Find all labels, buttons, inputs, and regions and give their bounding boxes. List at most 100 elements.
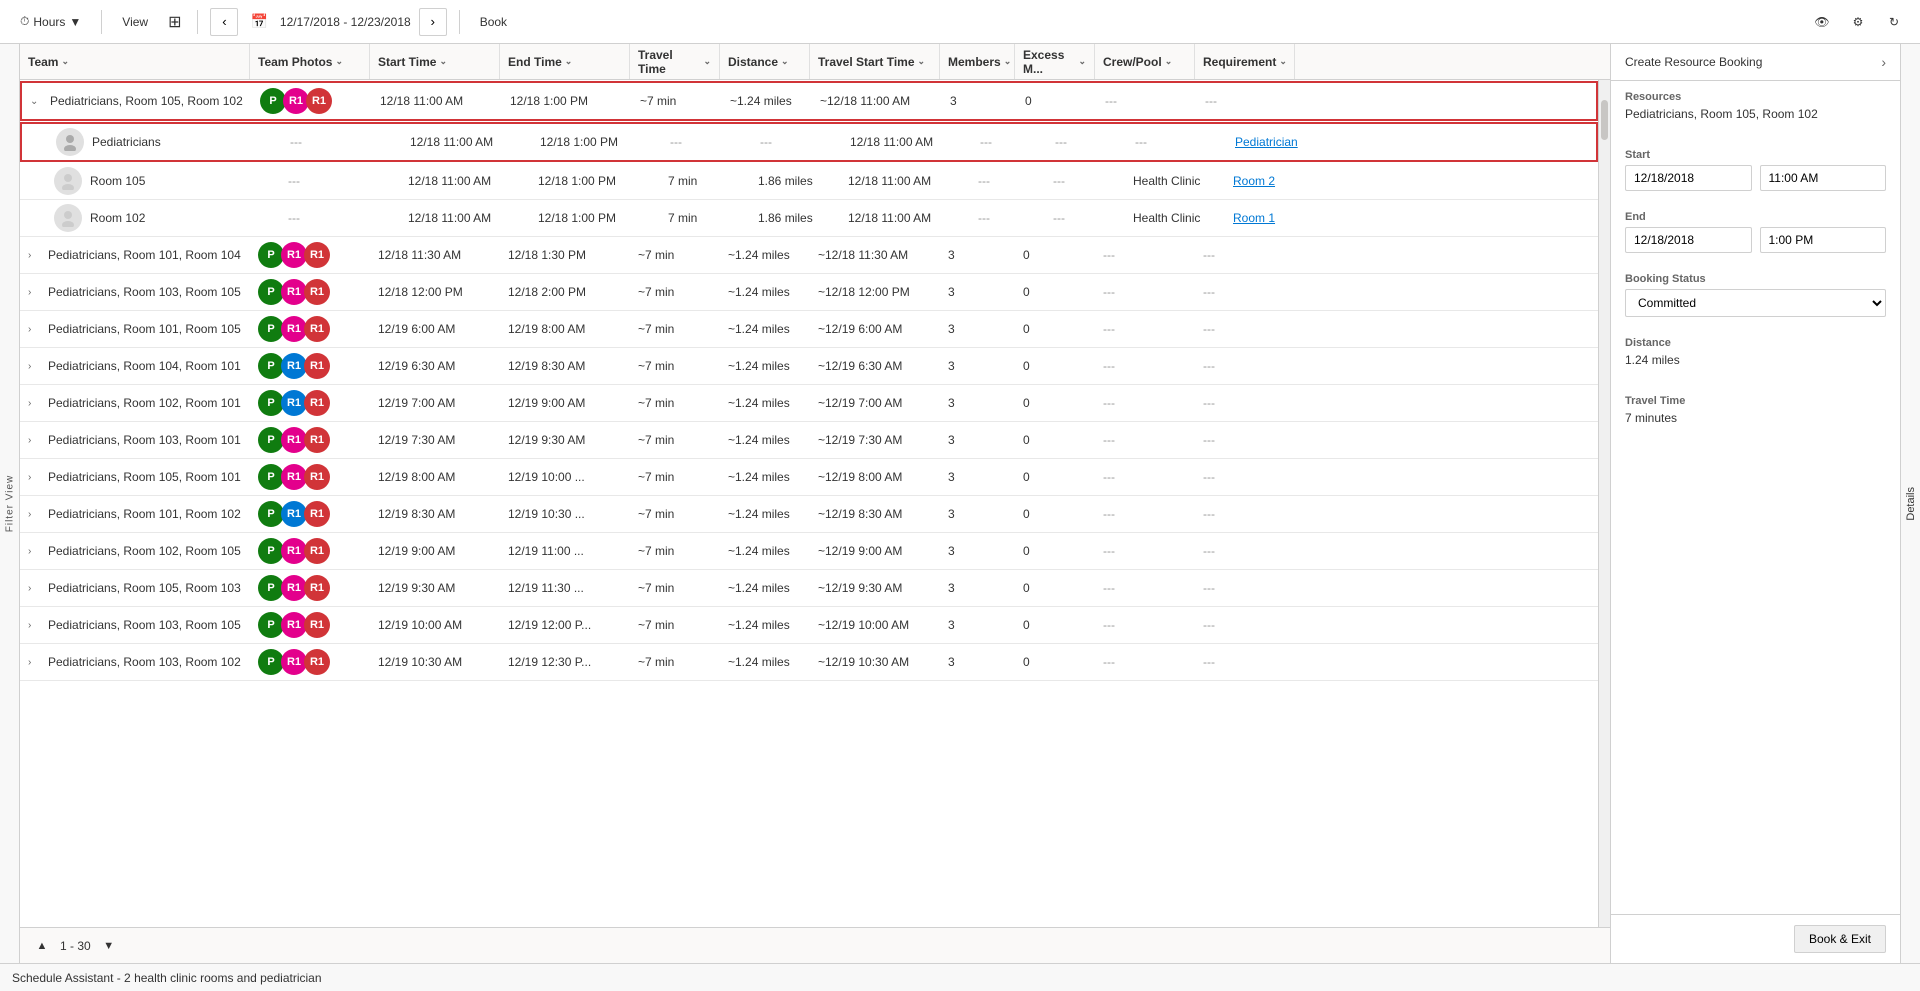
page-down-btn[interactable]: ▼	[99, 936, 119, 956]
end-time-input[interactable]	[1760, 227, 1887, 253]
booking-status-select[interactable]: Committed Tentative Canceled	[1625, 289, 1886, 317]
expand-icon[interactable]: ›	[28, 546, 44, 557]
group-row-8[interactable]: › Pediatricians, Room 105, Room 101 P R1…	[20, 459, 1598, 496]
start-cell: 12/19 7:30 AM	[370, 422, 500, 458]
req-cell: ---	[1195, 644, 1295, 680]
details-tab[interactable]: Details	[1900, 44, 1920, 963]
refresh-icon[interactable]: ↻	[1880, 8, 1908, 36]
col-header-team[interactable]: Team ⌄	[20, 44, 250, 79]
group-row-4[interactable]: › Pediatricians, Room 101, Room 105 P R1…	[20, 311, 1598, 348]
travel-time-section: Travel Time 7 minutes	[1611, 385, 1900, 443]
expand-icon[interactable]: ›	[28, 361, 44, 372]
child-row-1c[interactable]: Room 102 --- 12/18 11:00 AM 12/18 1:00 P…	[20, 200, 1598, 237]
dropdown-icon: ▼	[69, 15, 81, 29]
page-info: 1 - 30	[60, 939, 91, 953]
start-cell: 12/18 11:00 AM	[402, 124, 532, 160]
team-cell: ⌄ Pediatricians, Room 105, Room 102	[22, 83, 252, 119]
travel-cell: ~7 min	[630, 607, 720, 643]
page-up-btn[interactable]: ▲	[32, 936, 52, 956]
group-row-11[interactable]: › Pediatricians, Room 105, Room 103 P R1…	[20, 570, 1598, 607]
view-button[interactable]: View	[114, 11, 156, 33]
eye-icon[interactable]: 👁	[1808, 8, 1836, 36]
req-link[interactable]: Room 2	[1233, 174, 1275, 188]
col-header-photos[interactable]: Team Photos ⌄	[250, 44, 370, 79]
col-header-req[interactable]: Requirement ⌄	[1195, 44, 1295, 79]
filter-label: Filter View	[4, 475, 15, 533]
avatar-r1-2: R1	[304, 538, 330, 564]
end-cell: 12/18 1:30 PM	[500, 237, 630, 273]
req-cell: ---	[1195, 459, 1295, 495]
col-header-start[interactable]: Start Time ⌄	[370, 44, 500, 79]
expand-icon[interactable]: ›	[28, 657, 44, 668]
group-row-12[interactable]: › Pediatricians, Room 103, Room 105 P R1…	[20, 607, 1598, 644]
start-cell: 12/19 6:00 AM	[370, 311, 500, 347]
group-row-3[interactable]: › Pediatricians, Room 103, Room 105 P R1…	[20, 274, 1598, 311]
group-row-1[interactable]: ⌄ Pediatricians, Room 105, Room 102 P R1…	[20, 81, 1598, 121]
expand-icon[interactable]: ›	[28, 324, 44, 335]
team-name: Pediatricians, Room 101, Room 105	[48, 322, 241, 336]
group-row-10[interactable]: › Pediatricians, Room 102, Room 105 P R1…	[20, 533, 1598, 570]
right-panel: Create Resource Booking › Resources Pedi…	[1610, 44, 1900, 963]
scroll-thumb[interactable]	[1601, 100, 1608, 140]
expand-icon[interactable]: ›	[28, 287, 44, 298]
col-header-members[interactable]: Members ⌄	[940, 44, 1015, 79]
expand-icon[interactable]: ›	[28, 620, 44, 631]
book-button[interactable]: Book	[472, 11, 515, 33]
group-row-6[interactable]: › Pediatricians, Room 102, Room 101 P R1…	[20, 385, 1598, 422]
distance-cell: ~1.24 miles	[720, 422, 810, 458]
end-cell: 12/18 1:00 PM	[532, 124, 662, 160]
hours-button[interactable]: ⏱ Hours ▼	[12, 10, 89, 33]
team-cell: › Pediatricians, Room 104, Room 101	[20, 348, 250, 384]
book-exit-button[interactable]: Book & Exit	[1794, 925, 1886, 953]
col-header-travelstart[interactable]: Travel Start Time ⌄	[810, 44, 940, 79]
group-row-9[interactable]: › Pediatricians, Room 101, Room 102 P R1…	[20, 496, 1598, 533]
end-cell: 12/19 12:00 P...	[500, 607, 630, 643]
travelstart-cell: ~12/18 12:00 PM	[810, 274, 940, 310]
col-header-excess[interactable]: Excess M... ⌄	[1015, 44, 1095, 79]
req-link[interactable]: Room 1	[1233, 211, 1275, 225]
end-date-input[interactable]	[1625, 227, 1752, 253]
group-row-5[interactable]: › Pediatricians, Room 104, Room 101 P R1…	[20, 348, 1598, 385]
expand-panel-icon[interactable]: ›	[1881, 54, 1886, 70]
settings-icon[interactable]: ⚙	[1844, 8, 1872, 36]
filter-panel[interactable]: Filter View	[0, 44, 20, 963]
req-sort-icon: ⌄	[1279, 56, 1287, 67]
end-cell: 12/19 12:30 P...	[500, 644, 630, 680]
start-header-label: Start Time	[378, 55, 436, 69]
expand-icon[interactable]: ›	[28, 472, 44, 483]
child-row-1a[interactable]: Pediatricians --- 12/18 11:00 AM 12/18 1…	[20, 122, 1598, 162]
col-header-end[interactable]: End Time ⌄	[500, 44, 630, 79]
expand-icon[interactable]: ›	[28, 509, 44, 520]
col-header-crew[interactable]: Crew/Pool ⌄	[1095, 44, 1195, 79]
person-silhouette	[61, 133, 79, 151]
travel-header-label: Travel Time	[638, 48, 700, 76]
next-button[interactable]: ›	[419, 8, 447, 36]
expand-icon[interactable]: ›	[28, 398, 44, 409]
expand-icon[interactable]: ⌄	[30, 96, 46, 107]
expand-icon[interactable]: ›	[28, 583, 44, 594]
start-time-input[interactable]	[1760, 165, 1887, 191]
group-row-7[interactable]: › Pediatricians, Room 103, Room 101 P R1…	[20, 422, 1598, 459]
start-date-input[interactable]	[1625, 165, 1752, 191]
members-cell: ---	[972, 124, 1047, 160]
toolbar: ⏱ Hours ▼ View ⊞ ‹ 📅 12/17/2018 - 12/23/…	[0, 0, 1920, 44]
members-cell: 3	[940, 644, 1015, 680]
req-link[interactable]: Pediatrician	[1235, 135, 1298, 149]
col-header-distance[interactable]: Distance ⌄	[720, 44, 810, 79]
scrollbar-vertical[interactable]	[1598, 80, 1610, 927]
expand-icon[interactable]: ›	[28, 435, 44, 446]
travelstart-sort-icon: ⌄	[918, 56, 926, 67]
grid-footer: ▲ 1 - 30 ▼	[20, 927, 1610, 963]
team-cell: Room 105	[50, 163, 280, 199]
col-header-travel[interactable]: Travel Time ⌄	[630, 44, 720, 79]
members-cell: 3	[940, 422, 1015, 458]
excess-header-label: Excess M...	[1023, 48, 1075, 76]
crew-sort-icon: ⌄	[1165, 56, 1173, 67]
req-cell: Room 1	[1225, 200, 1325, 236]
prev-button[interactable]: ‹	[210, 8, 238, 36]
expand-icon[interactable]: ›	[28, 250, 44, 261]
members-sort-icon: ⌄	[1004, 56, 1012, 67]
child-row-1b[interactable]: Room 105 --- 12/18 11:00 AM 12/18 1:00 P…	[20, 163, 1598, 200]
group-row-2[interactable]: › Pediatricians, Room 101, Room 104 P R1…	[20, 237, 1598, 274]
group-row-13[interactable]: › Pediatricians, Room 103, Room 102 P R1…	[20, 644, 1598, 681]
